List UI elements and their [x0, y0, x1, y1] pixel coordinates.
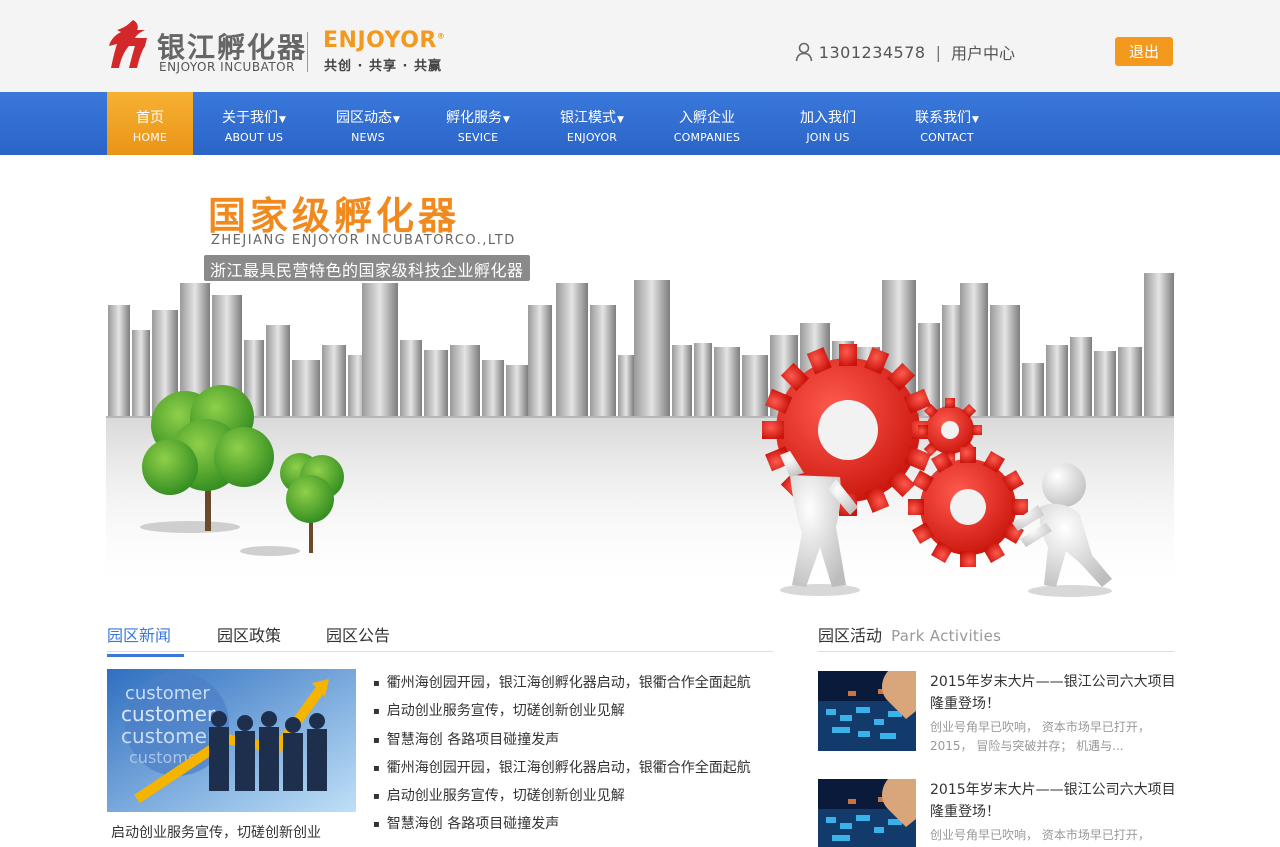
- nav-item-about[interactable]: 关于我们▼ ABOUT US: [213, 92, 295, 155]
- news-item[interactable]: 智慧海创 各路项目碰撞发声: [373, 813, 751, 841]
- nav-item-text: 关于我们: [222, 110, 279, 126]
- activity-thumbnail[interactable]: [818, 779, 916, 847]
- nav-item-home[interactable]: 首页 HOME: [107, 92, 193, 155]
- nav-item-label: 入孵企业: [679, 110, 735, 126]
- user-area: 1301234578 | 用户中心: [795, 40, 1015, 64]
- nav-item-text: 银江模式: [560, 110, 617, 126]
- nav-item-label-en: CONTACT: [920, 131, 974, 144]
- nav-item-label: 联系我们▼: [906, 92, 988, 127]
- nav-item-label: 孵化服务▼: [437, 92, 519, 127]
- banner-subtitle-en: ZHEJIANG ENJOYOR INCUBATORCO.,LTD: [211, 233, 516, 248]
- activity-desc: 创业号角早已吹响， 资本市场早已打开， 2015， 冒险与突破并存； 机遇与..…: [930, 828, 1150, 842]
- site-header: 银江孵化器 ENJOYOR INCUBATOR ENJOYOR® 共创 · 共享…: [0, 0, 1280, 92]
- brand-name-text: ENJOYOR: [323, 28, 437, 53]
- activity-item[interactable]: 2015年岁末大片——银江公司六大项目隆重登场！ 创业号角早已吹响， 资本市场早…: [818, 779, 1176, 847]
- nav-item-label: 关于我们▼: [213, 92, 295, 127]
- caret-down-icon: ▼: [972, 115, 979, 125]
- activities-title-en: Park Activities: [891, 627, 1002, 645]
- activities-header: 园区活动 Park Activities: [818, 622, 1174, 652]
- banner-title: 国家级孵化器: [208, 194, 461, 238]
- nav-item-companies[interactable]: 入孵企业 COMPANIES: [666, 92, 748, 155]
- logo-divider: [307, 32, 308, 72]
- news-tabs: 园区新闻 园区政策 园区公告: [107, 622, 773, 657]
- tab-park-policy[interactable]: 园区政策: [217, 622, 281, 654]
- activity-thumbnail-graphic: [818, 779, 916, 847]
- logo-mark-icon: [109, 20, 147, 68]
- tab-park-news[interactable]: 园区新闻: [107, 622, 184, 657]
- news-item[interactable]: 衢州海创园开园，银江海创孵化器启动，银衢合作全面起航: [373, 757, 751, 785]
- caret-down-icon: ▼: [617, 115, 624, 125]
- nav-item-label: 首页: [136, 110, 164, 126]
- brand-registered-mark: ®: [436, 31, 446, 41]
- news-list: 衢州海创园开园，银江海创孵化器启动，银衢合作全面起航 启动创业服务宣传，切磋创新…: [373, 672, 751, 842]
- news-item[interactable]: 智慧海创 各路项目碰撞发声: [373, 729, 751, 757]
- nav-item-enjoyor[interactable]: 银江模式▼ ENJOYOR: [551, 92, 633, 155]
- activity-title[interactable]: 2015年岁末大片——银江公司六大项目隆重登场！: [930, 671, 1180, 715]
- nav-item-label-en: NEWS: [351, 131, 385, 144]
- svg-text:customer: customer: [121, 724, 216, 748]
- user-center-link[interactable]: 用户中心: [951, 40, 1015, 64]
- activity-desc: 创业号角早已吹响， 资本市场早已打开， 2015， 冒险与突破并存； 机遇与..…: [930, 720, 1150, 753]
- nav-item-label: 银江模式▼: [551, 92, 633, 127]
- banner-illustration: [106, 273, 1174, 597]
- nav-item-label-en: ABOUT US: [224, 131, 284, 144]
- tab-park-notice[interactable]: 园区公告: [326, 622, 390, 654]
- svg-text:customer: customer: [121, 702, 216, 726]
- content-section: 园区新闻 园区政策 园区公告 customer customer custome…: [0, 598, 1280, 847]
- site-logo[interactable]: 银江孵化器 ENJOYOR INCUBATOR ENJOYOR® 共创 · 共享…: [107, 20, 447, 76]
- user-separator: |: [935, 42, 941, 62]
- logo-text-en: ENJOYOR INCUBATOR: [159, 60, 295, 74]
- news-featured-image[interactable]: customer customer customer customer: [107, 669, 356, 812]
- nav-item-join[interactable]: 加入我们 JOIN US: [787, 92, 869, 155]
- nav-item-label-en: SEVICE: [457, 131, 499, 144]
- caret-down-icon: ▼: [393, 115, 400, 125]
- activity-thumbnail-graphic: [818, 671, 916, 751]
- nav-item-contact[interactable]: 联系我们▼ CONTACT: [906, 92, 988, 155]
- nav-item-text: 园区动态: [336, 110, 393, 126]
- news-featured-caption[interactable]: 启动创业服务宣传，切磋创新创业: [111, 822, 321, 842]
- activity-title[interactable]: 2015年岁末大片——银江公司六大项目隆重登场！: [930, 779, 1180, 823]
- activities-title: 园区活动: [818, 626, 883, 645]
- nav-item-service[interactable]: 孵化服务▼ SEVICE: [437, 92, 519, 155]
- nav-item-label-en: JOIN US: [806, 131, 850, 144]
- news-item[interactable]: 启动创业服务宣传，切磋创新创业见解: [373, 700, 751, 728]
- nav-item-label-en: ENJOYOR: [566, 131, 618, 144]
- news-item[interactable]: 衢州海创园开园，银江海创孵化器启动，银衢合作全面起航: [373, 672, 751, 700]
- news-featured-graphic: customer customer customer customer: [107, 669, 356, 812]
- brand-name: ENJOYOR®: [323, 28, 445, 53]
- nav-item-text: 联系我们: [915, 110, 972, 126]
- nav-item-label: 园区动态▼: [327, 92, 409, 127]
- nav-item-label-en: COMPANIES: [673, 131, 741, 144]
- nav-item-label-en: HOME: [132, 131, 168, 144]
- logout-button[interactable]: 退出: [1115, 37, 1173, 66]
- activity-item[interactable]: 2015年岁末大片——银江公司六大项目隆重登场！ 创业号角早已吹响， 资本市场早…: [818, 671, 1176, 753]
- nav-item-news[interactable]: 园区动态▼ NEWS: [327, 92, 409, 155]
- svg-text:customer: customer: [125, 683, 210, 704]
- user-phone[interactable]: 1301234578: [819, 43, 926, 62]
- brand-tagline: 共创 · 共享 · 共赢: [324, 59, 442, 74]
- hero-banner: 国家级孵化器 ZHEJIANG ENJOYOR INCUBATORCO.,LTD…: [0, 155, 1280, 598]
- caret-down-icon: ▼: [503, 115, 510, 125]
- caret-down-icon: ▼: [279, 115, 286, 125]
- user-icon: [795, 42, 813, 62]
- activity-thumbnail[interactable]: [818, 671, 916, 751]
- nav-item-label: 加入我们: [800, 110, 856, 126]
- main-nav: 首页 HOME 关于我们▼ ABOUT US 园区动态▼ NEWS 孵化服务▼ …: [0, 92, 1280, 155]
- nav-item-text: 孵化服务: [446, 110, 503, 126]
- news-item[interactable]: 启动创业服务宣传，切磋创新创业见解: [373, 785, 751, 813]
- banner-subtitle-cn: 浙江最具民营特色的国家级科技企业孵化器: [204, 255, 530, 281]
